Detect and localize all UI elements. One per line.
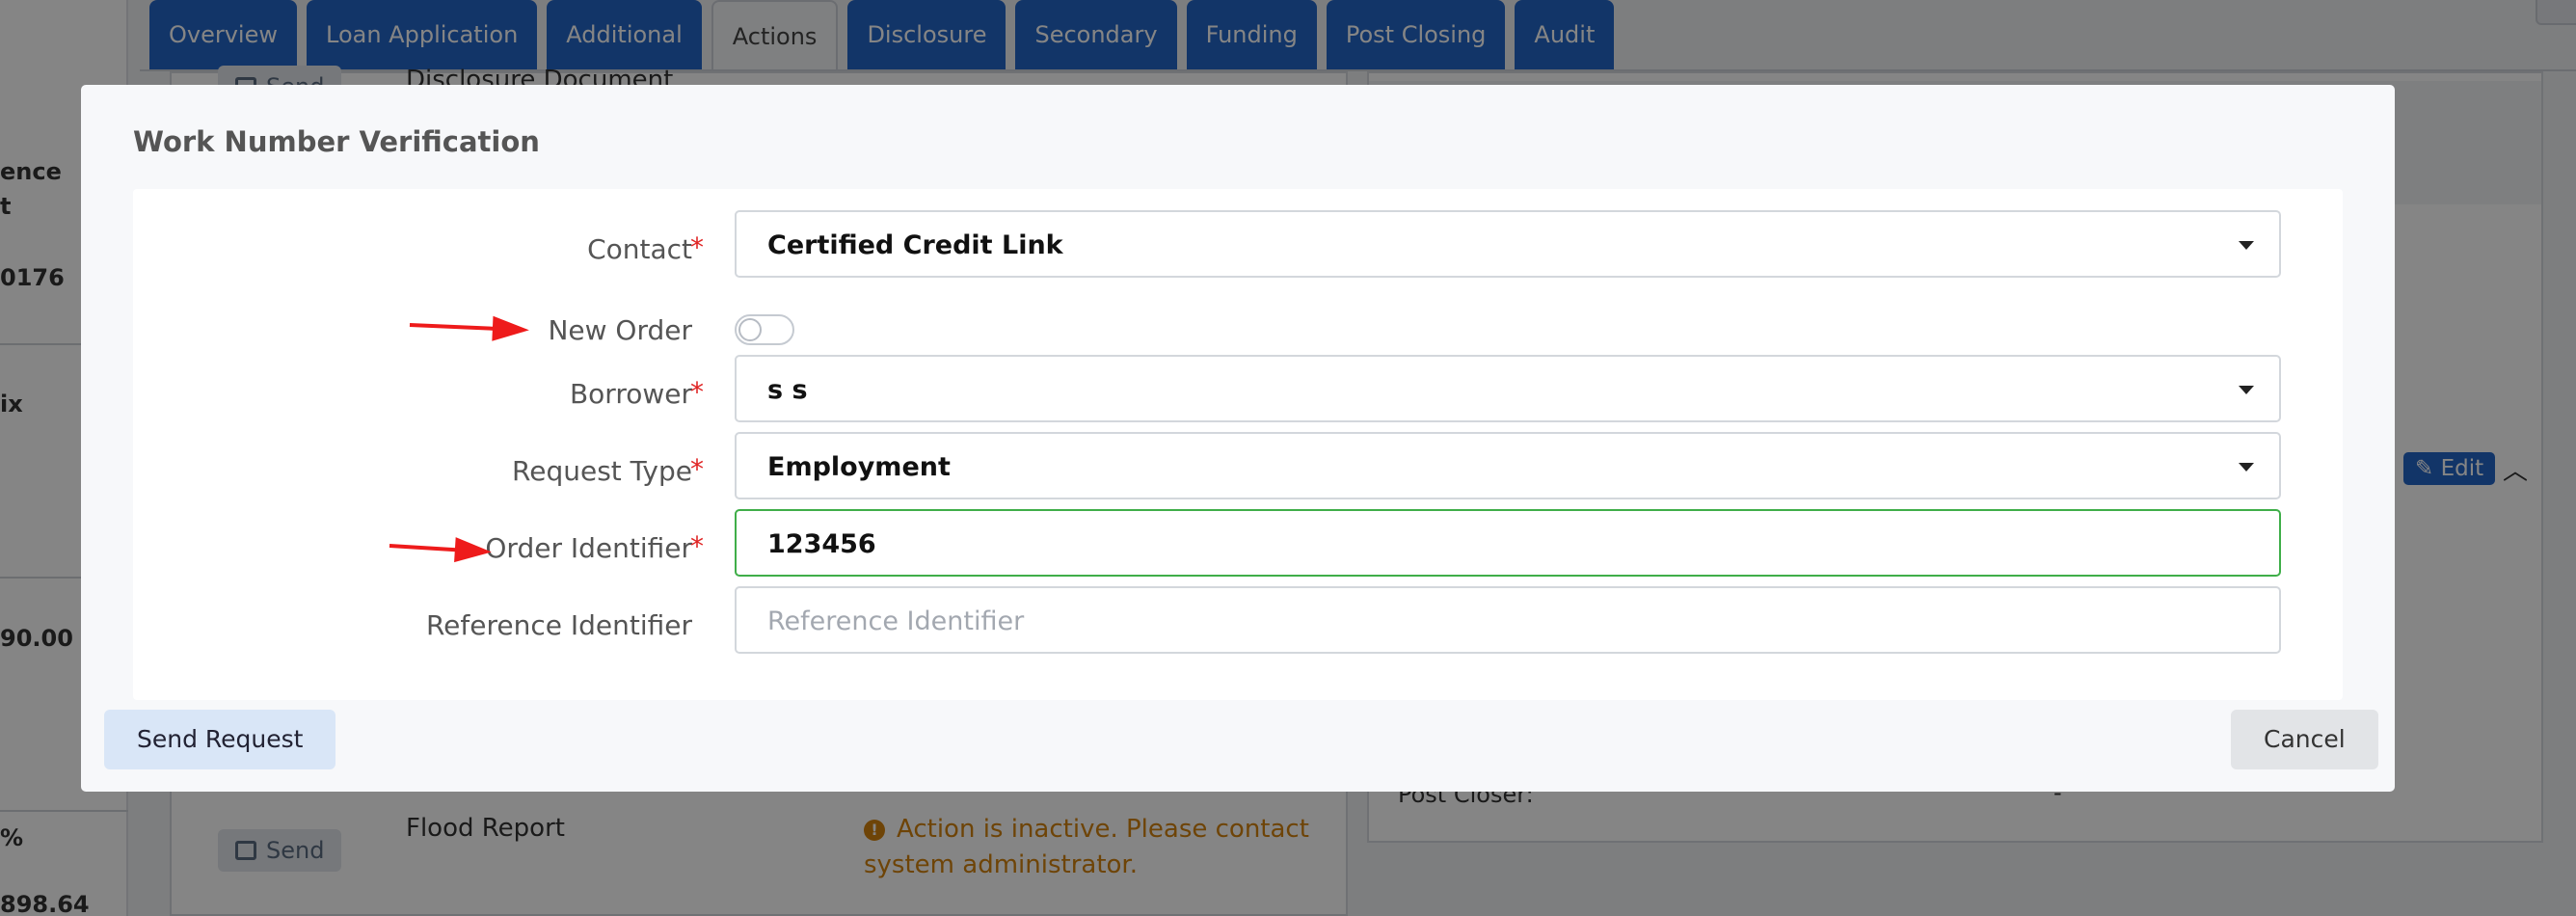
modal-title: Work Number Verification — [133, 125, 540, 158]
required-marker: * — [690, 530, 704, 562]
request-type-label: Request Type — [512, 455, 692, 487]
reference-identifier-input[interactable]: Reference Identifier — [735, 586, 2281, 654]
cancel-button[interactable]: Cancel — [2231, 710, 2378, 769]
reference-identifier-label: Reference Identifier — [425, 609, 692, 641]
new-order-label: New Order — [548, 314, 692, 346]
order-identifier-label: Order Identifier — [485, 532, 692, 564]
caret-down-icon — [2239, 463, 2254, 471]
request-type-select[interactable]: Employment — [735, 432, 2281, 499]
modal-form: Contact * Certified Credit Link New Orde… — [133, 189, 2343, 700]
contact-select[interactable]: Certified Credit Link — [735, 210, 2281, 278]
caret-down-icon — [2239, 386, 2254, 394]
required-marker: * — [690, 231, 704, 263]
required-marker: * — [690, 453, 704, 485]
borrower-select[interactable]: s s — [735, 355, 2281, 422]
toggle-knob — [738, 318, 762, 341]
borrower-label: Borrower — [569, 378, 692, 410]
required-marker: * — [690, 376, 704, 408]
order-identifier-input[interactable]: 123456 — [735, 509, 2281, 577]
new-order-toggle[interactable] — [735, 314, 794, 345]
contact-label: Contact — [587, 233, 692, 265]
caret-down-icon — [2239, 241, 2254, 250]
send-request-button[interactable]: Send Request — [104, 710, 336, 769]
work-number-verification-modal: Work Number Verification Contact * Certi… — [81, 85, 2395, 792]
